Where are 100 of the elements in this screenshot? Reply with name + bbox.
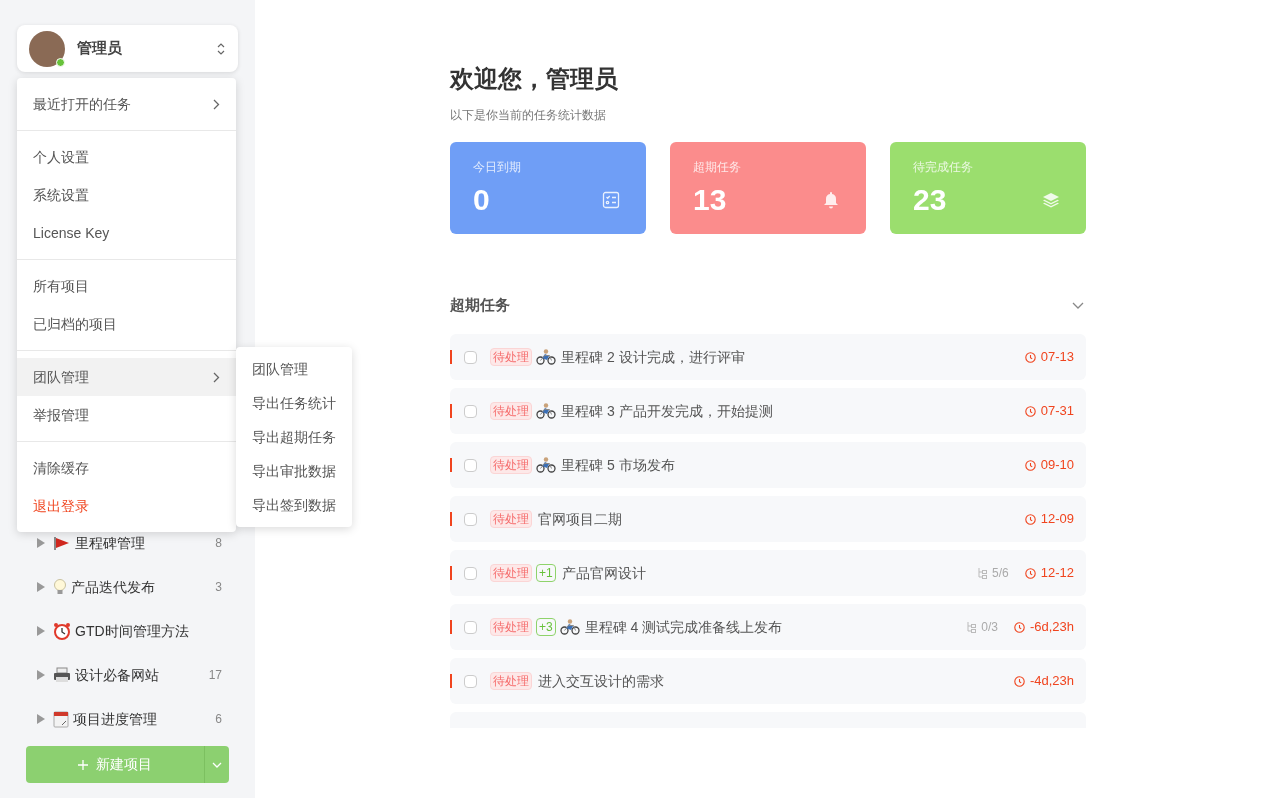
clock-icon: [1024, 351, 1036, 363]
status-tag: 待处理: [490, 402, 532, 420]
section-title: 超期任务: [450, 294, 510, 315]
task-checkbox[interactable]: [464, 458, 477, 472]
task-title: 官网项目二期: [538, 509, 623, 529]
welcome-subtitle: 以下是你当前的任务统计数据: [450, 107, 607, 124]
menu-item[interactable]: 最近打开的任务: [17, 85, 236, 123]
project-name: 设计必备网站: [75, 665, 160, 685]
menu-item[interactable]: 团队管理: [17, 358, 236, 396]
clock-icon: [1024, 567, 1036, 579]
user-name: 管理员: [77, 38, 123, 59]
status-tag: 待处理: [490, 564, 532, 582]
stat-label: 今日到期: [473, 159, 522, 176]
due-date: 09-10: [1040, 456, 1074, 475]
project-count: 6: [215, 711, 222, 728]
task-row[interactable]: 待处理 进入交互设计的需求 -4d,23h: [450, 658, 1086, 704]
menu-item[interactable]: 已归档的项目: [17, 305, 236, 343]
project-name: 项目进度管理: [73, 709, 158, 729]
status-tag: 待处理: [490, 510, 532, 528]
stat-value: 13: [693, 182, 727, 218]
bell-icon: [822, 191, 840, 209]
subtask-count: 5/6: [992, 565, 1009, 582]
project-count: 8: [215, 535, 222, 552]
user-switcher[interactable]: 管理员: [17, 25, 238, 72]
alarm-icon: [53, 622, 71, 640]
task-title: 里程碑 3 产品开发完成，开始提测: [561, 401, 774, 421]
count-tag: +3: [536, 618, 556, 636]
due-date: -4d,23h: [1029, 672, 1074, 691]
chevron-down-icon: [212, 761, 222, 768]
menu-item[interactable]: 所有项目: [17, 267, 236, 305]
status-tag: 待处理: [490, 348, 532, 366]
due-date: -6d,23h: [1029, 618, 1074, 637]
project-item[interactable]: GTD时间管理方法: [17, 609, 238, 653]
menu-item[interactable]: 个人设置: [17, 138, 236, 176]
menu-item[interactable]: 举报管理: [17, 396, 236, 434]
welcome-title: 欢迎您，管理员: [450, 64, 619, 94]
project-count: 3: [215, 579, 222, 596]
plus-icon: [78, 759, 88, 770]
submenu-item[interactable]: 团队管理: [236, 352, 352, 386]
clock-icon: [1024, 405, 1036, 417]
submenu-item[interactable]: 导出审批数据: [236, 454, 352, 488]
status-tag: 待处理: [490, 456, 532, 474]
clock-icon: [1024, 513, 1036, 525]
menu-item[interactable]: License Key: [17, 214, 236, 252]
checklist-icon: [602, 191, 620, 209]
calendar-icon: [53, 710, 69, 728]
task-title: 产品官网设计: [561, 563, 647, 583]
project-item[interactable]: 产品迭代发布 3: [17, 565, 238, 609]
task-row[interactable]: 待处理 +1 产品官网设计 5/6 12-12: [450, 550, 1086, 596]
project-item[interactable]: 设计必备网站 17: [17, 653, 238, 697]
task-checkbox[interactable]: [464, 512, 477, 526]
project-item[interactable]: 项目进度管理 6: [17, 697, 238, 741]
subtask-count: 0/3: [981, 619, 998, 636]
task-checkbox[interactable]: [464, 620, 477, 634]
expand-triangle-icon: [37, 626, 45, 636]
task-row[interactable]: 待处理 里程碑 3 产品开发完成，开始提测 07-31: [450, 388, 1086, 434]
clock-icon: [1013, 675, 1025, 687]
project-name: 里程碑管理: [75, 533, 146, 553]
subtask-icon: [977, 567, 989, 579]
printer-icon: [53, 667, 71, 683]
task-title: 里程碑 2 设计完成，进行评审: [561, 347, 746, 367]
project-name: GTD时间管理方法: [75, 621, 190, 641]
task-row[interactable]: 待处理 官网项目二期 12-09: [450, 496, 1086, 542]
stat-value: 23: [913, 182, 947, 218]
task-row[interactable]: 待处理 里程碑 2 设计完成，进行评审 07-13: [450, 334, 1086, 380]
menu-item[interactable]: 清除缓存: [17, 449, 236, 487]
flag-icon: [53, 535, 71, 551]
task-title: 进入交互设计的需求: [538, 671, 665, 691]
clock-icon: [1013, 621, 1025, 633]
chevron-down-icon[interactable]: [1072, 301, 1084, 309]
avatar-photo-placeholder: [29, 30, 65, 67]
task-row[interactable]: 待处理 +3 里程碑 4 测试完成准备线上发布 0/3 -6d,23h: [450, 604, 1086, 650]
status-tag: 待处理: [490, 618, 532, 636]
bulb-icon: [53, 578, 67, 596]
expand-triangle-icon: [37, 714, 45, 724]
due-date: 12-09: [1040, 510, 1074, 529]
submenu-item[interactable]: 导出超期任务: [236, 420, 352, 454]
clock-icon: [1024, 459, 1036, 471]
dropdown-button[interactable]: [204, 746, 229, 783]
project-name: 产品迭代发布: [71, 577, 156, 597]
layers-icon: [1042, 191, 1060, 209]
expand-triangle-icon: [37, 582, 45, 592]
count-tag: +1: [536, 564, 556, 582]
task-checkbox[interactable]: [464, 674, 477, 688]
due-date: 12-12: [1040, 564, 1074, 583]
stat-label: 待完成任务: [913, 159, 974, 176]
subtask-icon: [966, 621, 978, 633]
stat-label: 超期任务: [693, 159, 742, 176]
submenu-item[interactable]: 导出签到数据: [236, 488, 352, 522]
task-row[interactable]: 待处理 里程碑 5 市场发布 09-10: [450, 442, 1086, 488]
task-title: 里程碑 4 测试完成准备线上发布: [584, 617, 784, 637]
due-date: 07-31: [1040, 402, 1074, 421]
task-checkbox[interactable]: [464, 566, 477, 580]
status-tag: 待处理: [490, 672, 532, 690]
due-date: 07-13: [1040, 348, 1074, 367]
submenu-item[interactable]: 导出任务统计: [236, 386, 352, 420]
task-checkbox[interactable]: [464, 350, 477, 364]
expand-triangle-icon: [37, 538, 45, 548]
menu-item[interactable]: 系统设置: [17, 176, 236, 214]
task-checkbox[interactable]: [464, 404, 477, 418]
